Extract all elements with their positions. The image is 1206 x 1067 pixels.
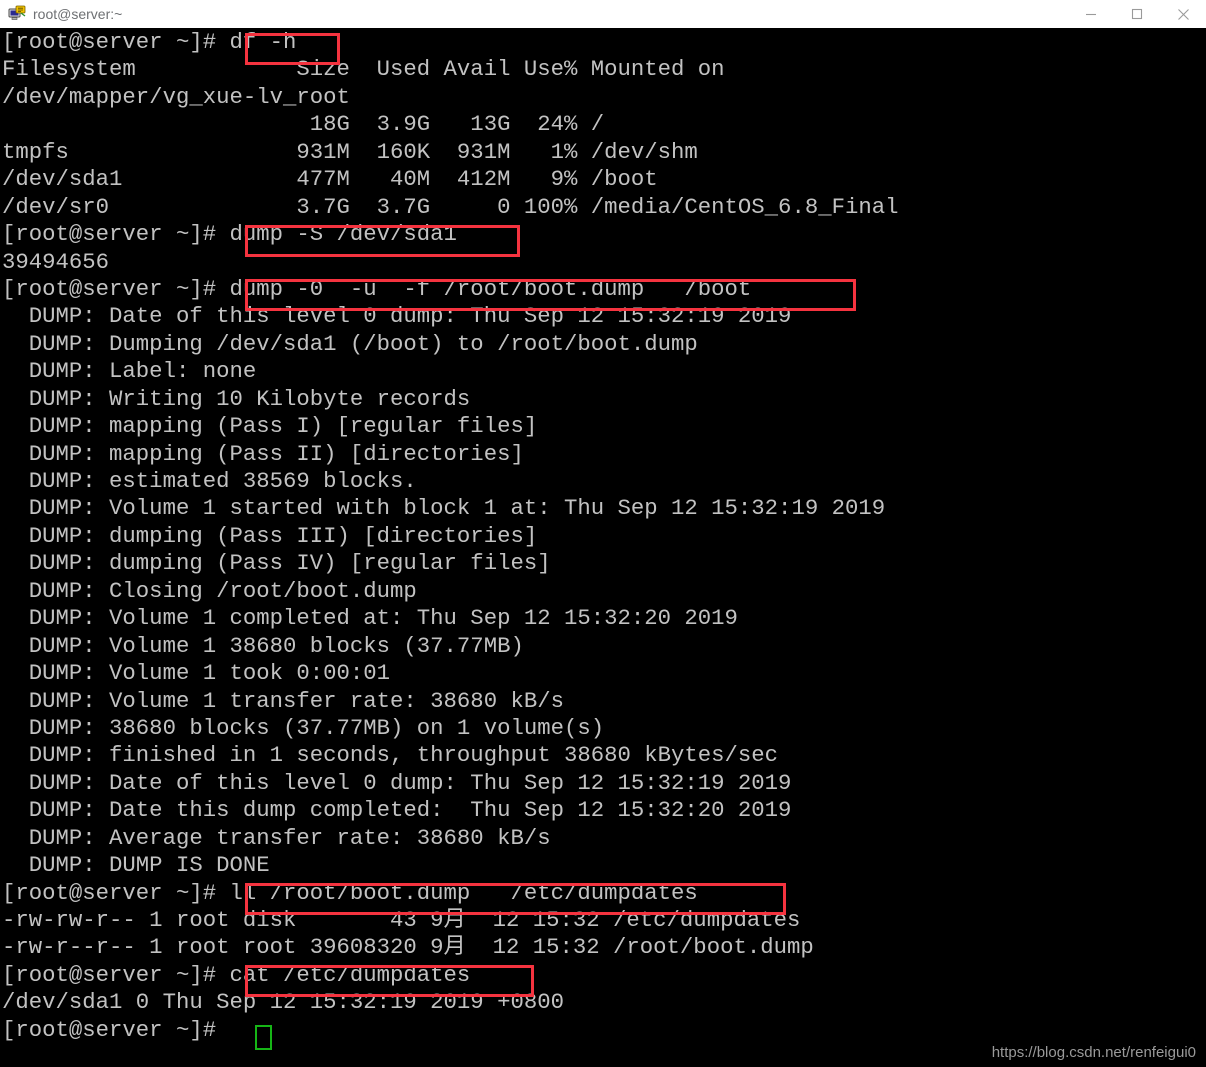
terminal-line: [root@server ~]# dump -S /dev/sda1: [2, 221, 457, 248]
terminal-line: -rw-r--r-- 1 root root 39608320 9月 12 15…: [2, 934, 814, 961]
maximize-button[interactable]: [1114, 1, 1160, 28]
terminal-line: /dev/sda1 477M 40M 412M 9% /boot: [2, 166, 658, 193]
terminal-line: DUMP: Volume 1 started with block 1 at: …: [2, 495, 886, 522]
terminal-output: [root@server ~]# df -h Filesystem Size Us…: [0, 28, 898, 1044]
terminal-line: -rw-rw-r-- 1 root disk 43 9月 12 15:32 /e…: [2, 907, 801, 933]
terminal-line: DUMP: Date of this level 0 dump: Thu Sep…: [2, 303, 792, 330]
terminal-line: DUMP: mapping (Pass II) [directories]: [2, 440, 524, 467]
terminal-line: DUMP: dumping (Pass III) [directories]: [2, 522, 538, 549]
terminal-line: DUMP: 38680 blocks (37.77MB) on 1 volume…: [2, 714, 605, 741]
terminal-line: /dev/sda1 0 Thu Sep 12 15:32:19 2019 +08…: [2, 989, 564, 1016]
terminal-line: [root@server ~]# ll /root/boot.dump /etc…: [2, 879, 698, 906]
terminal-line: DUMP: Date of this level 0 dump: Thu Sep…: [2, 769, 792, 796]
terminal-line: DUMP: estimated 38569 blocks.: [2, 468, 417, 494]
terminal-line: DUMP: Date this dump completed: Thu Sep …: [2, 797, 792, 824]
terminal-line: DUMP: dumping (Pass IV) [regular files]: [2, 550, 551, 577]
terminal-line: DUMP: Volume 1 completed at: Thu Sep 12 …: [2, 605, 738, 632]
terminal-line: DUMP: Average transfer rate: 38680 kB/s: [2, 824, 551, 851]
terminal-line: [root@server ~]# cat /etc/dumpdates: [2, 961, 471, 988]
terminal-line: 18G 3.9G 13G 24% /: [2, 111, 605, 138]
terminal-line: DUMP: Writing 10 Kilobyte records: [2, 385, 471, 412]
terminal-window: root@server:~ [root@server ~]# df -h File…: [0, 0, 1206, 1067]
watermark-text: https://blog.csdn.net/renfeigui0: [991, 1044, 1196, 1061]
minimize-button[interactable]: [1068, 1, 1114, 28]
terminal-line: DUMP: Volume 1 took 0:00:01: [2, 660, 391, 687]
terminal-line: Filesystem Size Used Avail Use% Mounted …: [2, 56, 725, 83]
terminal-line: /dev/mapper/vg_xue-lv_root: [2, 83, 350, 110]
terminal-line: DUMP: Volume 1 38680 blocks (37.77MB): [2, 632, 524, 659]
terminal-line: DUMP: finished in 1 seconds, throughput …: [2, 742, 779, 769]
terminal-line: /dev/sr0 3.7G 3.7G 0 100% /media/CentOS_…: [2, 193, 899, 220]
close-button[interactable]: [1160, 1, 1206, 28]
terminal-line: DUMP: Label: none: [2, 358, 257, 385]
title-bar: root@server:~: [0, 0, 1206, 29]
terminal-line: [root@server ~]#: [2, 1016, 230, 1043]
terminal-line: [root@server ~]# df -h: [2, 29, 297, 55]
terminal-line: DUMP: mapping (Pass I) [regular files]: [2, 413, 538, 440]
terminal-line: [root@server ~]# dump -0 -u -f /root/boo…: [2, 275, 752, 302]
terminal-line: tmpfs 931M 160K 931M 1% /dev/shm: [2, 138, 698, 165]
putty-terminal-icon: [8, 5, 26, 23]
window-title: root@server:~: [33, 6, 123, 22]
terminal-line: DUMP: Dumping /dev/sda1 (/boot) to /root…: [2, 330, 698, 357]
terminal-line: DUMP: DUMP IS DONE: [2, 852, 270, 879]
terminal-line: 39494656: [2, 248, 110, 275]
terminal-cursor: [255, 1025, 272, 1050]
title-bar-left: root@server:~: [0, 5, 1068, 23]
terminal-screen[interactable]: [root@server ~]# df -h Filesystem Size Us…: [0, 28, 1206, 1067]
terminal-line: DUMP: Volume 1 transfer rate: 38680 kB/s: [2, 687, 564, 714]
terminal-line: DUMP: Closing /root/boot.dump: [2, 577, 417, 604]
